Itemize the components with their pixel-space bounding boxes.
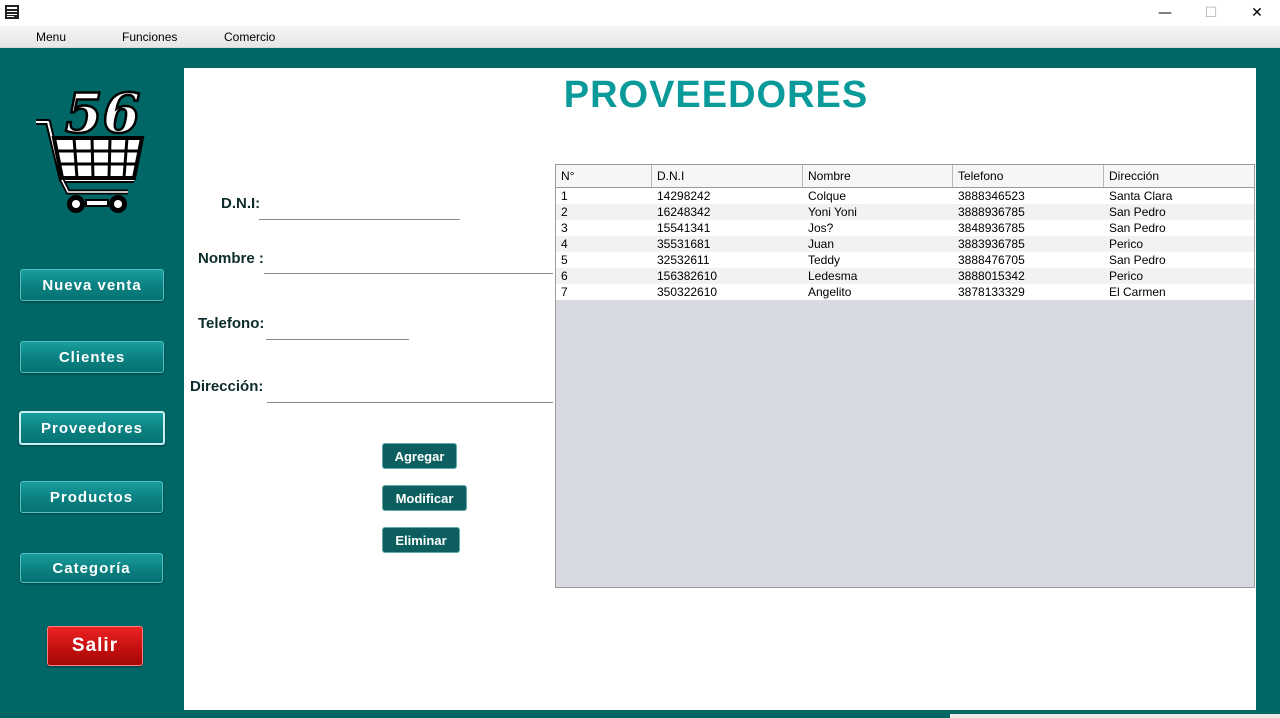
- nombre-field[interactable]: [264, 273, 553, 274]
- column-header-direccion[interactable]: Dirección: [1104, 165, 1254, 187]
- dni-label: D.N.I:: [221, 195, 261, 212]
- cell-direccion: Perico: [1109, 237, 1144, 251]
- cell-nombre: Juan: [808, 237, 835, 251]
- direccion-field[interactable]: [267, 402, 553, 403]
- title-bar: — ☐ ✕: [0, 0, 1280, 26]
- minimize-button[interactable]: —: [1142, 0, 1188, 26]
- eliminar-button[interactable]: Eliminar: [382, 527, 460, 553]
- productos-button[interactable]: Productos: [20, 481, 163, 513]
- clientes-button[interactable]: Clientes: [20, 341, 164, 373]
- cell-dni: 350322610: [657, 285, 718, 299]
- cell-dni: 32532611: [657, 253, 710, 267]
- cell-dni: 14298242: [657, 189, 711, 203]
- nombre-label: Nombre :: [198, 250, 264, 267]
- cell-nombre: Yoni Yoni: [808, 205, 857, 219]
- cell-telefono: 3888936785: [958, 205, 1025, 219]
- cell-telefono: 3848936785: [958, 221, 1025, 235]
- dni-field[interactable]: [259, 219, 460, 220]
- cell-nombre: Angelito: [808, 285, 852, 299]
- cell-number: 2: [561, 205, 568, 219]
- cell-number: 7: [561, 285, 568, 299]
- close-button[interactable]: ✕: [1234, 0, 1280, 26]
- salir-button[interactable]: Salir: [47, 626, 143, 666]
- cell-telefono: 3878133329: [958, 285, 1025, 299]
- menu-comercio[interactable]: Comercio: [224, 30, 275, 44]
- proveedores-button[interactable]: Proveedores: [19, 411, 165, 445]
- column-header-dni[interactable]: D.N.I: [652, 165, 803, 187]
- table-row[interactable]: 2 16248342 Yoni Yoni 3888936785 San Pedr…: [556, 204, 1254, 220]
- page-title: PROVEEDORES: [563, 74, 869, 116]
- table-row[interactable]: 7 350322610 Angelito 3878133329 El Carme…: [556, 284, 1254, 300]
- cell-telefono: 3888476705: [958, 253, 1025, 267]
- menu-bar: Menu Funciones Comercio: [0, 26, 1280, 48]
- table-body: 1 14298242 Colque 3888346523 Santa Clara…: [556, 188, 1254, 300]
- providers-table[interactable]: N° D.N.I Nombre Telefono Dirección 1 142…: [555, 164, 1255, 588]
- table-row[interactable]: 5 32532611 Teddy 3888476705 San Pedro: [556, 252, 1254, 268]
- store-logo: 56: [30, 80, 160, 222]
- cell-telefono: 3883936785: [958, 237, 1025, 251]
- categoria-button[interactable]: Categoría: [20, 553, 163, 583]
- column-header-nombre[interactable]: Nombre: [803, 165, 953, 187]
- cell-direccion: San Pedro: [1109, 205, 1166, 219]
- cell-direccion: San Pedro: [1109, 253, 1166, 267]
- modificar-button[interactable]: Modificar: [382, 485, 467, 511]
- table-row[interactable]: 1 14298242 Colque 3888346523 Santa Clara: [556, 188, 1254, 204]
- cell-nombre: Ledesma: [808, 269, 858, 283]
- cell-number: 5: [561, 253, 568, 267]
- agregar-button[interactable]: Agregar: [382, 443, 457, 469]
- direccion-label: Dirección:: [190, 378, 264, 395]
- maximize-button[interactable]: ☐: [1188, 0, 1234, 26]
- cell-dni: 35531681: [657, 237, 711, 251]
- cell-dni: 15541341: [657, 221, 711, 235]
- cell-direccion: Perico: [1109, 269, 1144, 283]
- menu-menu[interactable]: Menu: [36, 30, 66, 44]
- table-header: N° D.N.I Nombre Telefono Dirección: [556, 165, 1254, 188]
- cell-dni: 16248342: [657, 205, 711, 219]
- cell-telefono: 3888015342: [958, 269, 1025, 283]
- cell-nombre: Teddy: [808, 253, 841, 267]
- logo-number: 56: [65, 82, 140, 145]
- table-row[interactable]: 6 156382610 Ledesma 3888015342 Perico: [556, 268, 1254, 284]
- cell-number: 3: [561, 221, 568, 235]
- cell-number: 6: [561, 269, 568, 283]
- bottom-edge: [950, 714, 1280, 718]
- cell-telefono: 3888346523: [958, 189, 1025, 203]
- telefono-field[interactable]: [266, 339, 409, 340]
- table-row[interactable]: 3 15541341 Jos? 3848936785 San Pedro: [556, 220, 1254, 236]
- cell-number: 4: [561, 237, 568, 251]
- cell-direccion: Santa Clara: [1109, 189, 1173, 203]
- cell-direccion: San Pedro: [1109, 221, 1166, 235]
- cell-dni: 156382610: [657, 269, 718, 283]
- table-row[interactable]: 4 35531681 Juan 3883936785 Perico: [556, 236, 1254, 252]
- cell-nombre: Jos?: [808, 221, 834, 235]
- telefono-label: Telefono:: [198, 315, 265, 332]
- cell-nombre: Colque: [808, 189, 847, 203]
- app-icon: [5, 5, 19, 19]
- column-header-number[interactable]: N°: [556, 165, 652, 187]
- menu-funciones[interactable]: Funciones: [122, 30, 177, 44]
- cell-direccion: El Carmen: [1109, 285, 1166, 299]
- shopping-cart-icon: 56: [36, 80, 145, 213]
- cell-number: 1: [561, 189, 568, 203]
- column-header-telefono[interactable]: Telefono: [953, 165, 1104, 187]
- nueva-venta-button[interactable]: Nueva venta: [20, 269, 164, 301]
